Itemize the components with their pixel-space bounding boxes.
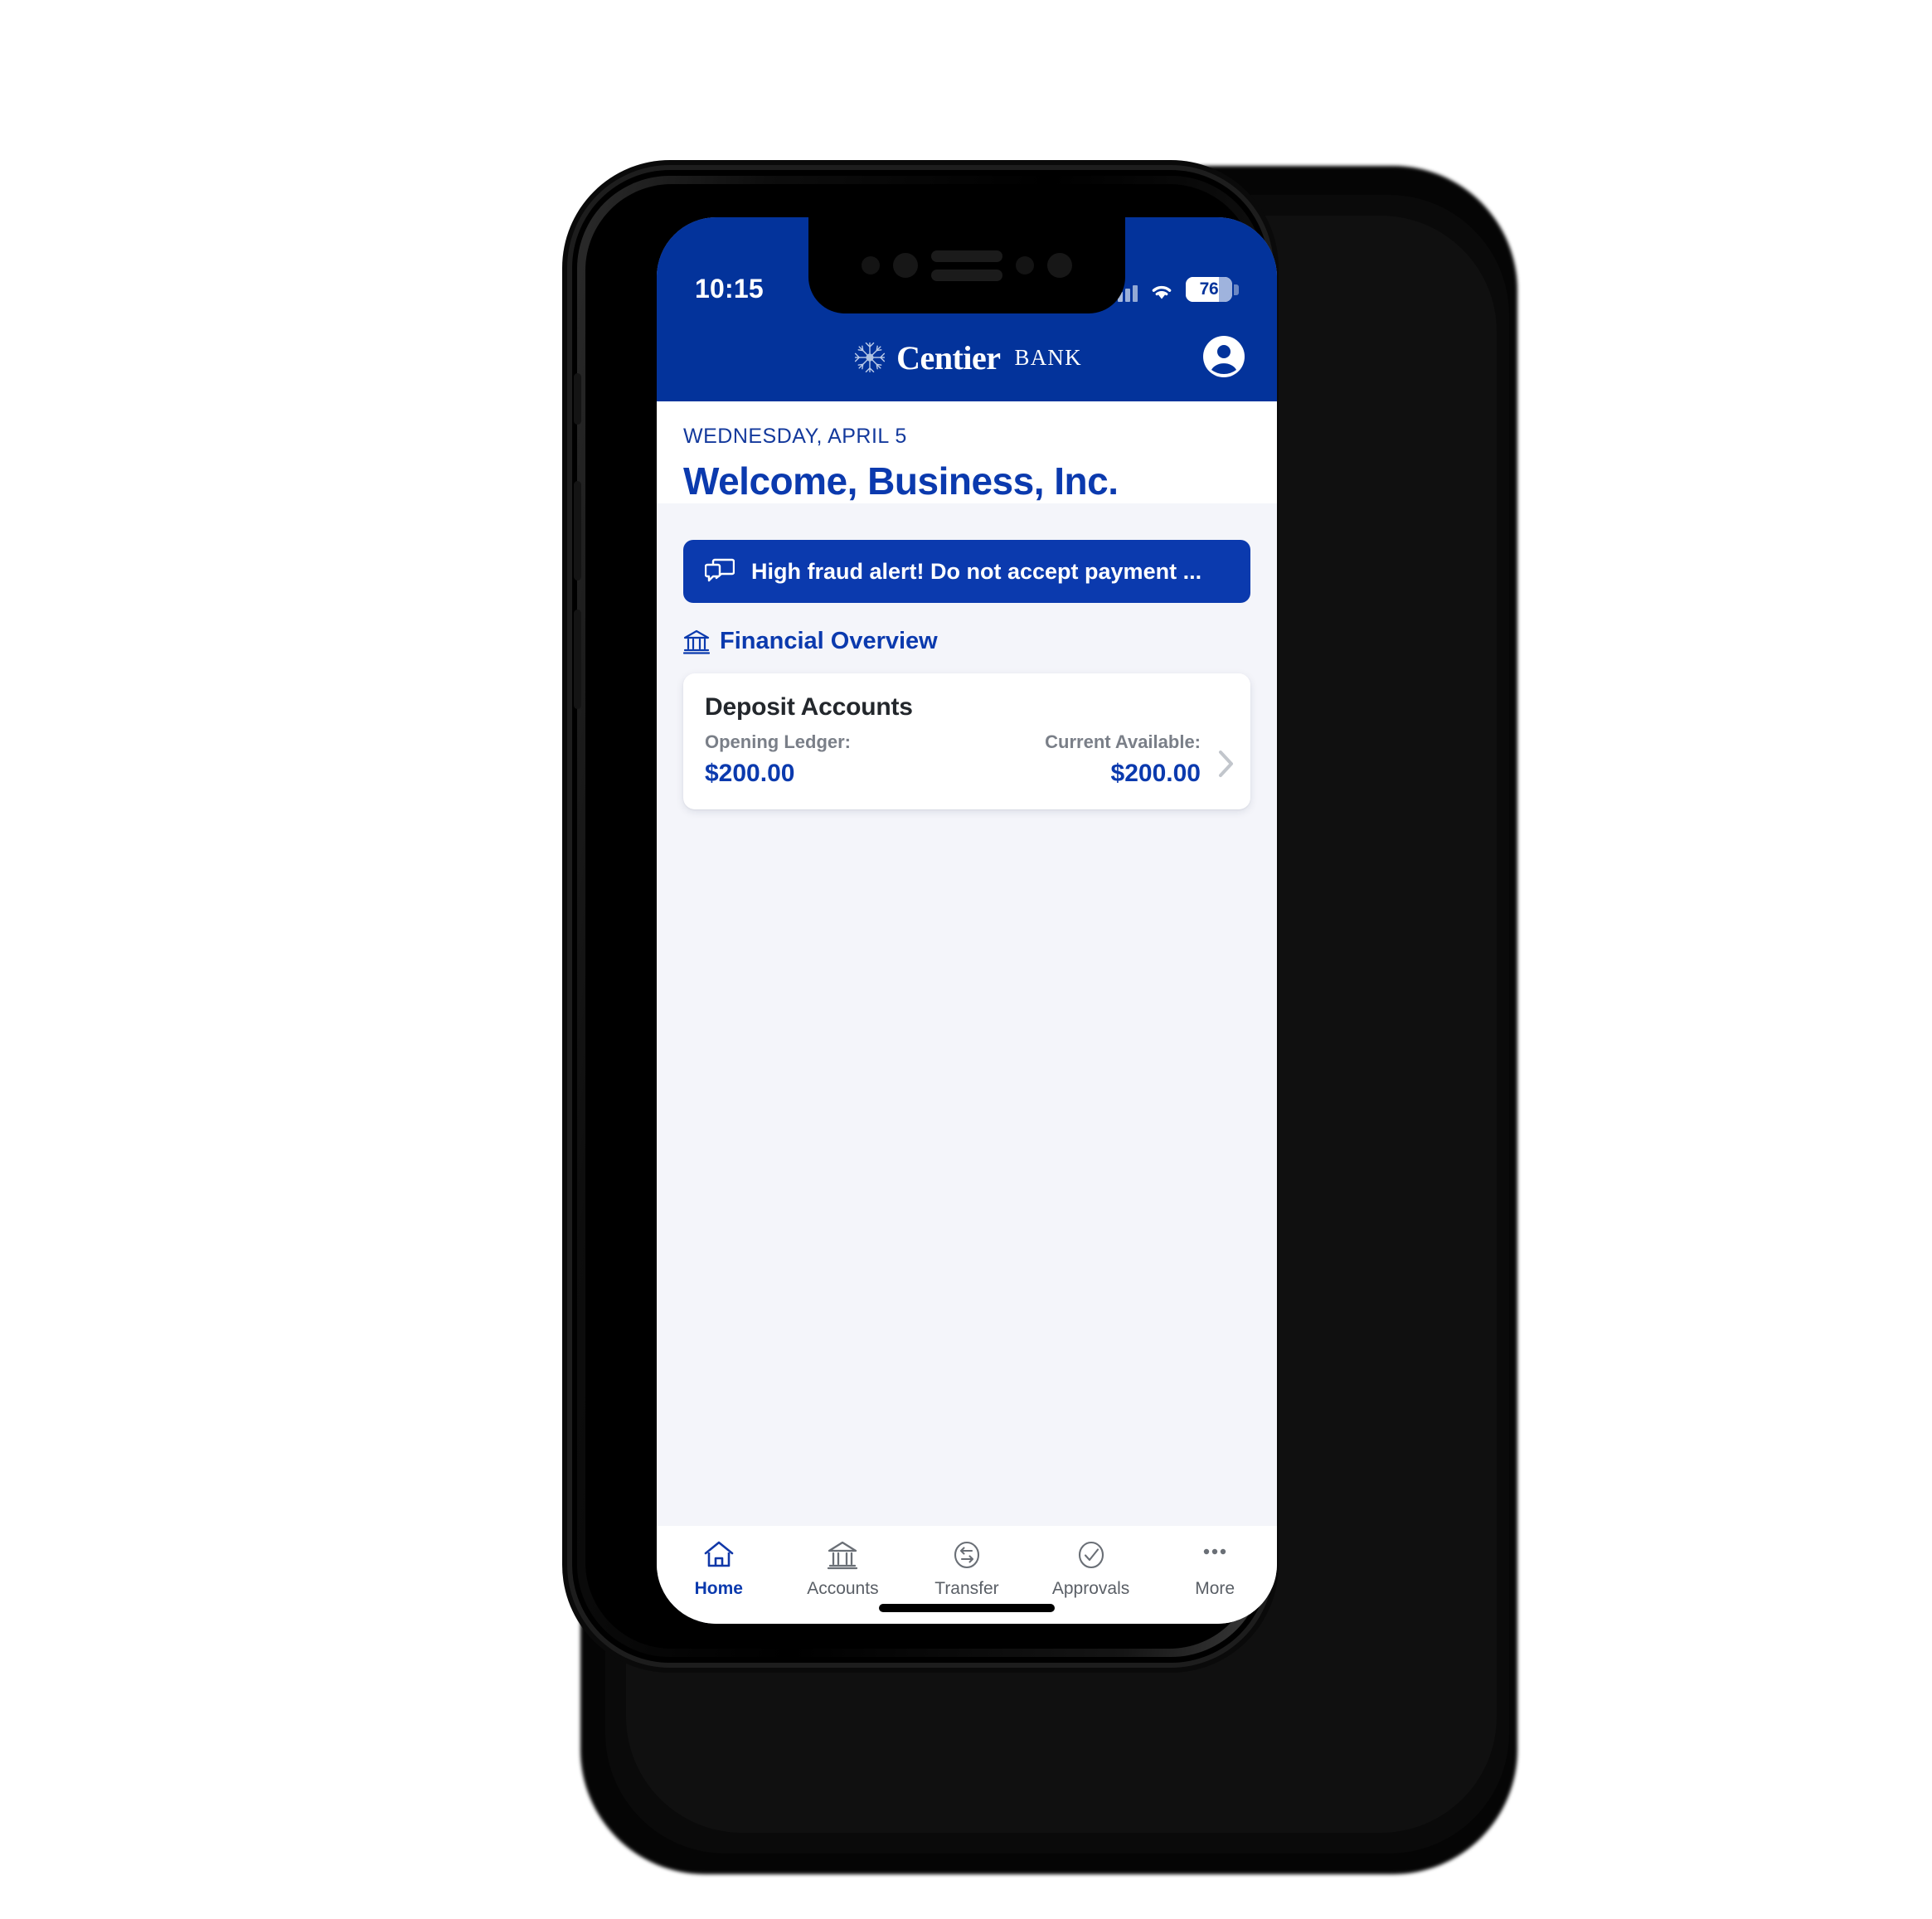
deposit-accounts-card[interactable]: Deposit Accounts Opening Ledger: $200.00…: [683, 673, 1250, 809]
snowflake-icon: [855, 342, 886, 373]
transfer-icon: [954, 1541, 980, 1569]
bank-icon: [828, 1541, 858, 1570]
ellipsis-icon: [1203, 1548, 1226, 1555]
proximity-sensor-icon: [893, 253, 918, 278]
ambient-sensor-icon: [862, 256, 880, 274]
current-date: WEDNESDAY, APRIL 5: [683, 425, 907, 448]
opening-ledger-value: $200.00: [705, 760, 795, 787]
mute-switch-button[interactable]: [574, 373, 581, 425]
message-bubbles-icon: [705, 558, 735, 582]
brand-suffix: BANK: [1014, 344, 1082, 370]
card-balances: Opening Ledger: $200.00 Current Availabl…: [705, 731, 1229, 788]
current-available-value: $200.00: [1110, 760, 1201, 787]
fraud-alert-text: High fraud alert! Do not accept payment …: [751, 558, 1202, 584]
bank-icon-wrap: [826, 1538, 859, 1572]
welcome-title: Welcome, Business, Inc.: [683, 459, 1119, 503]
scene: Centier BANK 10:15 76 WEDNESDAY, APRIL 5…: [0, 0, 1932, 1919]
wifi-icon: [1152, 285, 1172, 299]
status-indicators: 76: [1110, 277, 1239, 302]
main-content: WEDNESDAY, APRIL 5 Welcome, Business, In…: [657, 401, 1277, 1526]
dot-projector-icon: [1016, 256, 1034, 274]
status-time: 10:15: [695, 274, 764, 304]
account-avatar-button[interactable]: [1201, 333, 1247, 380]
phone-screen: Centier BANK 10:15 76 WEDNESDAY, APRIL 5…: [657, 217, 1277, 1624]
tab-home[interactable]: Home: [657, 1538, 781, 1599]
opening-ledger-label: Opening Ledger:: [705, 731, 851, 752]
tab-accounts[interactable]: Accounts: [781, 1538, 905, 1599]
battery-cap: [1234, 284, 1239, 295]
brand-row: Centier BANK: [657, 313, 1277, 401]
device-notch: [808, 217, 1125, 313]
financial-overview-header: Financial Overview: [683, 628, 1250, 655]
tab-label-accounts: Accounts: [807, 1579, 879, 1598]
battery-level: 76: [1199, 279, 1219, 299]
battery-icon: 76: [1186, 277, 1232, 302]
tab-label-approvals: Approvals: [1051, 1579, 1130, 1598]
greeting-section: WEDNESDAY, APRIL 5 Welcome, Business, In…: [657, 401, 1277, 503]
earpiece-speaker: [931, 250, 1002, 281]
check-circle-icon: [1078, 1541, 1104, 1569]
tab-more[interactable]: More: [1153, 1538, 1277, 1599]
centier-bank-logo: Centier BANK: [852, 338, 1082, 377]
financial-overview-title: Financial Overview: [720, 628, 938, 654]
current-available-column: Current Available: $200.00: [1045, 731, 1201, 788]
volume-down-button[interactable]: [574, 610, 581, 709]
tab-label-home: Home: [694, 1579, 743, 1598]
home-icon-wrap: [702, 1538, 735, 1572]
opening-ledger-column: Opening Ledger: $200.00: [705, 731, 851, 788]
tab-label-more: More: [1195, 1579, 1235, 1598]
transfer-icon-wrap: [950, 1538, 983, 1572]
chevron-right-icon: [1219, 751, 1233, 777]
home-indicator[interactable]: [879, 1604, 1055, 1612]
volume-up-button[interactable]: [574, 481, 581, 581]
ellipsis-icon-wrap: [1198, 1538, 1231, 1572]
account-avatar-icon: [1203, 336, 1245, 377]
check-circle-icon-wrap: [1075, 1538, 1108, 1572]
fraud-alert-banner[interactable]: High fraud alert! Do not accept payment …: [683, 540, 1250, 603]
card-title: Deposit Accounts: [705, 693, 913, 721]
brand-wordmark: Centier: [896, 338, 1001, 377]
tab-approvals[interactable]: Approvals: [1029, 1538, 1153, 1599]
current-available-label: Current Available:: [1045, 731, 1201, 752]
bank-building-icon: [683, 629, 710, 654]
tab-label-transfer: Transfer: [934, 1579, 999, 1598]
tab-transfer[interactable]: Transfer: [905, 1538, 1029, 1599]
front-camera-icon: [1047, 253, 1072, 278]
home-icon: [704, 1541, 734, 1567]
